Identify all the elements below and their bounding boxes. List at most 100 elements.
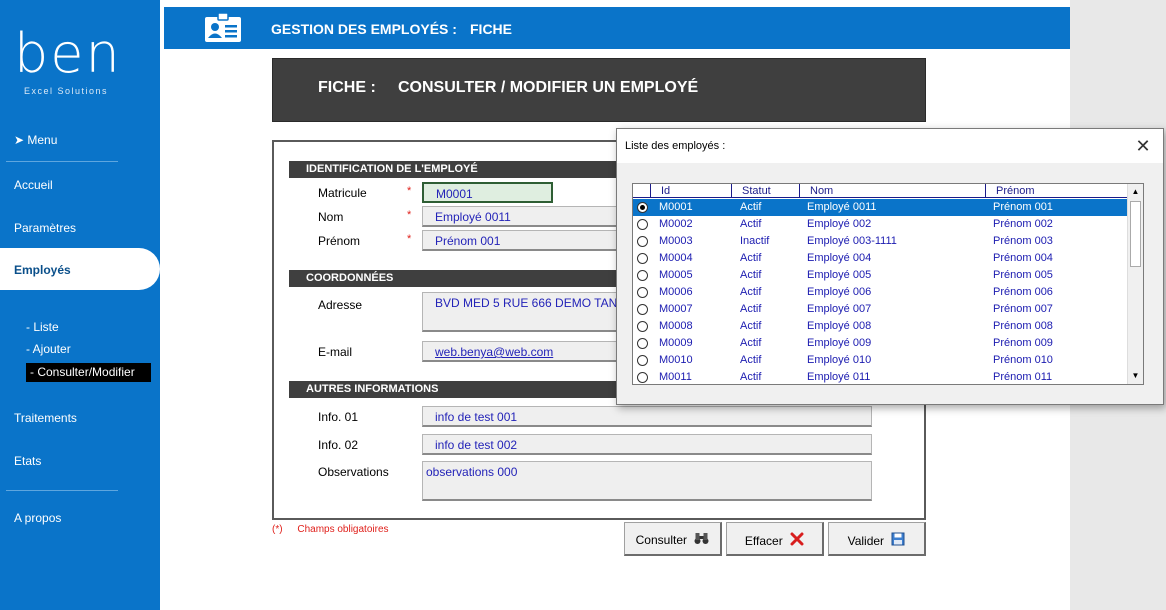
scroll-thumb[interactable]: [1130, 201, 1141, 267]
list-item[interactable]: M0006 Actif Employé 006 Prénom 006: [633, 284, 1128, 301]
row-statut: Actif: [740, 252, 762, 264]
save-icon: [891, 532, 905, 549]
effacer-button-label: Effacer: [744, 534, 783, 548]
list-item[interactable]: M0002 Actif Employé 002 Prénom 002: [633, 216, 1128, 233]
row-id: M0004: [659, 252, 693, 264]
email-value: web.benya@web.com: [435, 345, 554, 359]
page-title-bar: FICHE : CONSULTER / MODIFIER UN EMPLOYÉ: [272, 58, 926, 122]
required-mark: *: [407, 185, 412, 197]
row-id: M0003: [659, 235, 693, 247]
info2-field[interactable]: info de test 002: [422, 434, 872, 455]
row-radio[interactable]: [637, 338, 648, 349]
row-prenom: Prénom 009: [993, 337, 1053, 349]
row-prenom: Prénom 003: [993, 235, 1053, 247]
sidebar-subitem-consulter-modifier[interactable]: - Consulter/Modifier: [26, 363, 151, 382]
consulter-button-label: Consulter: [635, 533, 687, 547]
row-nom: Employé 004: [807, 252, 872, 264]
sidebar-item-a-propos[interactable]: A propos: [14, 511, 61, 525]
list-item[interactable]: M0009 Actif Employé 009 Prénom 009: [633, 335, 1128, 352]
valider-button[interactable]: Valider: [828, 522, 926, 556]
row-statut: Actif: [740, 320, 762, 332]
row-prenom: Prénom 007: [993, 303, 1053, 315]
sidebar-item-employes-label: Employés: [14, 263, 71, 277]
row-radio[interactable]: [637, 321, 648, 332]
dialog-title: Liste des employés :: [625, 140, 726, 152]
matricule-field[interactable]: M0001: [422, 182, 553, 203]
row-radio[interactable]: [637, 219, 648, 230]
info1-field[interactable]: info de test 001: [422, 406, 872, 427]
sidebar-subitem-ajouter[interactable]: - Ajouter: [26, 342, 71, 356]
row-statut: Actif: [740, 201, 762, 213]
row-radio[interactable]: [637, 253, 648, 264]
employee-list[interactable]: Id Statut Nom Prénom M0001 Actif Employé 0…: [632, 183, 1144, 385]
row-nom: Employé 009: [807, 337, 872, 349]
page-title-prefix: FICHE :: [318, 79, 376, 96]
row-nom: Employé 005: [807, 269, 872, 281]
list-item[interactable]: M0001 Actif Employé 0011 Prénom 001: [633, 199, 1128, 216]
sidebar: ben Excel Solutions ➤ Menu Accueil Param…: [0, 0, 160, 610]
sidebar-divider: [6, 161, 118, 162]
sidebar-subitem-liste[interactable]: - Liste: [26, 320, 59, 334]
scroll-up-icon[interactable]: ▲: [1128, 184, 1143, 200]
list-item[interactable]: M0003 Inactif Employé 003-1111 Prénom 003: [633, 233, 1128, 250]
row-radio[interactable]: [637, 270, 648, 281]
row-statut: Inactif: [740, 235, 770, 247]
column-header-prenom[interactable]: Prénom: [985, 184, 1128, 198]
required-mark: *: [407, 209, 412, 221]
row-prenom: Prénom 001: [993, 201, 1053, 213]
sidebar-divider: [6, 490, 118, 491]
consulter-button[interactable]: Consulter: [624, 522, 722, 556]
header-section: GESTION DES EMPLOYÉS :: [271, 21, 457, 37]
logo-tagline: Excel Solutions: [24, 86, 109, 96]
row-radio[interactable]: [637, 372, 648, 383]
row-prenom: Prénom 002: [993, 218, 1053, 230]
info2-label: Info. 02: [318, 438, 359, 452]
list-scrollbar[interactable]: ▲ ▼: [1127, 184, 1143, 384]
menu-toggle[interactable]: ➤ Menu: [14, 133, 57, 147]
row-nom: Employé 007: [807, 303, 872, 315]
sidebar-item-employes[interactable]: Employés: [0, 248, 160, 290]
column-header-nom[interactable]: Nom: [799, 184, 985, 198]
valider-button-label: Valider: [847, 534, 885, 548]
row-id: M0001: [659, 201, 693, 213]
top-header: GESTION DES EMPLOYÉS : FICHE: [164, 7, 1070, 49]
close-icon[interactable]: ✕: [1133, 136, 1153, 156]
page-title: CONSULTER / MODIFIER UN EMPLOYÉ: [398, 79, 699, 96]
sidebar-item-accueil[interactable]: Accueil: [14, 178, 53, 192]
required-note-star: (*): [272, 524, 283, 535]
row-prenom: Prénom 006: [993, 286, 1053, 298]
sidebar-item-etats[interactable]: Etats: [14, 454, 41, 468]
list-item[interactable]: M0008 Actif Employé 008 Prénom 008: [633, 318, 1128, 335]
sidebar-item-parametres[interactable]: Paramètres: [14, 221, 76, 235]
prenom-label: Prénom: [318, 234, 361, 248]
scroll-down-icon[interactable]: ▼: [1128, 368, 1143, 384]
row-statut: Actif: [740, 218, 762, 230]
row-prenom: Prénom 004: [993, 252, 1053, 264]
required-note-text: Champs obligatoires: [297, 524, 389, 535]
row-nom: Employé 002: [807, 218, 872, 230]
column-header-statut[interactable]: Statut: [731, 184, 799, 198]
row-radio[interactable]: [637, 304, 648, 315]
row-statut: Actif: [740, 371, 762, 383]
email-label: E-mail: [318, 345, 353, 359]
row-radio[interactable]: [637, 236, 648, 247]
row-radio[interactable]: [637, 355, 648, 366]
list-item[interactable]: M0007 Actif Employé 007 Prénom 007: [633, 301, 1128, 318]
row-nom: Employé 0011: [807, 201, 877, 213]
list-item[interactable]: M0005 Actif Employé 005 Prénom 005: [633, 267, 1128, 284]
list-item[interactable]: M0010 Actif Employé 010 Prénom 010: [633, 352, 1128, 369]
column-header-id[interactable]: Id: [650, 184, 731, 198]
row-nom: Employé 011: [807, 371, 871, 383]
binoculars-icon: [694, 532, 709, 548]
sidebar-item-traitements[interactable]: Traitements: [14, 411, 77, 425]
logo-word: ben: [14, 22, 122, 85]
employee-list-dialog: Liste des employés : ✕ Id Statut Nom Pré…: [616, 128, 1164, 405]
observations-field[interactable]: observations 000: [422, 461, 872, 501]
list-item[interactable]: M0004 Actif Employé 004 Prénom 004: [633, 250, 1128, 267]
header-page: FICHE: [470, 21, 512, 37]
row-radio[interactable]: [637, 202, 648, 213]
row-id: M0010: [659, 354, 693, 366]
list-item[interactable]: M0011 Actif Employé 011 Prénom 011: [633, 369, 1128, 384]
effacer-button[interactable]: Effacer: [726, 522, 824, 556]
row-radio[interactable]: [637, 287, 648, 298]
